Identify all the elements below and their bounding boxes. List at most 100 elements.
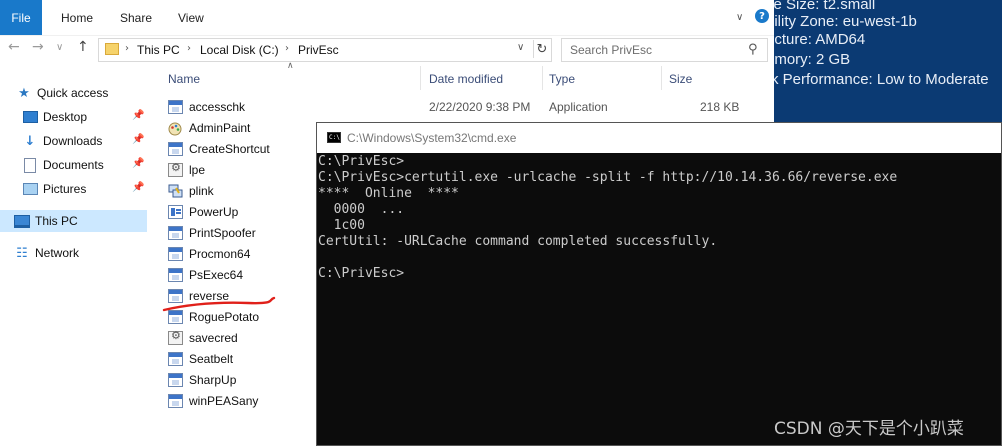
- paint-icon: [168, 121, 183, 136]
- sort-ascending-icon: ∧: [287, 61, 294, 71]
- pin-icon[interactable]: 📌: [132, 134, 144, 145]
- breadcrumb-chevron-icon[interactable]: ›: [125, 43, 129, 54]
- file-name: winPEASany: [189, 394, 259, 408]
- console-line: C:\PrivEsc>: [318, 154, 405, 169]
- folder-icon: [105, 43, 119, 55]
- nav-desktop[interactable]: Desktop 📌: [0, 106, 147, 128]
- desktop-folder-icon: [22, 109, 38, 125]
- file-date: 2/22/2020 9:38 PM: [429, 100, 531, 114]
- address-dropdown-icon[interactable]: ∨: [517, 42, 524, 53]
- console-output[interactable]: C:\PrivEsc> C:\PrivEsc>certutil.exe -urlc…: [318, 154, 1000, 444]
- bginfo-line: ce Size: t2.small: [774, 0, 876, 13]
- breadcrumb-privesc[interactable]: PrivEsc: [298, 43, 339, 57]
- pin-icon[interactable]: 📌: [132, 158, 144, 169]
- recent-locations-icon[interactable]: ∨: [56, 42, 63, 53]
- column-header-date[interactable]: Date modified: [429, 72, 503, 86]
- bginfo-line: ecture: AMD64: [774, 31, 866, 48]
- application-icon: [168, 142, 183, 156]
- search-icon[interactable]: ⚲: [748, 42, 758, 57]
- back-arrow-icon[interactable]: ←: [8, 39, 20, 55]
- file-type: Application: [549, 100, 608, 114]
- nav-downloads[interactable]: ↓ Downloads 📌: [0, 130, 147, 152]
- desktop-background: ce Size: t2.small bility Zone: eu-west-1b…: [774, 0, 1002, 125]
- cmd-title: C:\Windows\System32\cmd.exe: [347, 131, 517, 145]
- column-divider[interactable]: [542, 66, 543, 90]
- pin-icon[interactable]: 📌: [132, 110, 144, 121]
- breadcrumb-chevron-icon[interactable]: ›: [187, 43, 191, 54]
- application-icon: [168, 373, 183, 387]
- settings-file-icon: [168, 161, 183, 177]
- putty-icon: [168, 184, 183, 198]
- navigation-bar: ← → ∨ ↑ › This PC › Local Disk (C:) › Pr…: [0, 35, 774, 62]
- column-divider[interactable]: [420, 66, 421, 90]
- cmd-titlebar[interactable]: C:\ C:\Windows\System32\cmd.exe: [317, 123, 1001, 153]
- application-icon: [168, 268, 183, 282]
- nav-this-pc[interactable]: This PC: [0, 210, 147, 232]
- console-line: CertUtil: -URLCache command completed su…: [318, 234, 718, 249]
- application-icon: [168, 352, 183, 366]
- cmd-icon: C:\: [327, 132, 341, 143]
- file-name: Procmon64: [189, 247, 251, 261]
- file-name: PowerUp: [189, 205, 239, 219]
- file-name: savecred: [189, 331, 238, 345]
- column-header-name[interactable]: Name: [168, 72, 200, 86]
- downloads-icon: ↓: [24, 133, 36, 149]
- file-name: CreateShortcut: [189, 142, 270, 156]
- documents-icon: [22, 157, 38, 173]
- console-line: **** Online ****: [318, 186, 459, 201]
- breadcrumb-this-pc[interactable]: This PC: [137, 43, 180, 57]
- bginfo-line: bility Zone: eu-west-1b: [774, 13, 917, 30]
- help-icon[interactable]: ?: [755, 9, 769, 23]
- red-underline-annotation: [162, 296, 276, 312]
- navigation-pane: ★ Quick access Desktop 📌 ↓ Downloads 📌 D…: [0, 61, 150, 446]
- file-name: Seatbelt: [189, 352, 234, 366]
- breadcrumb-chevron-icon[interactable]: ›: [285, 43, 289, 54]
- nav-network[interactable]: ☷ Network: [0, 242, 147, 264]
- settings-file-icon: [168, 329, 183, 345]
- console-line: 1c00: [318, 218, 365, 233]
- file-size: 218 KB: [700, 100, 740, 114]
- up-arrow-icon[interactable]: ↑: [77, 39, 89, 55]
- tab-home[interactable]: Home: [61, 11, 93, 25]
- computer-icon: [14, 213, 30, 229]
- pictures-icon: [22, 181, 38, 197]
- column-header-type[interactable]: Type: [549, 72, 575, 86]
- nav-pictures[interactable]: Pictures 📌: [0, 178, 147, 200]
- file-row-accesschk[interactable]: accesschk 2/22/2020 9:38 PM Application 218…: [163, 97, 763, 117]
- ribbon: File Home Share View ∨ ?: [0, 0, 774, 36]
- console-line: C:\PrivEsc>certutil.exe -urlcache -split…: [318, 170, 898, 185]
- file-name: plink: [189, 184, 214, 198]
- breadcrumb-local-disk[interactable]: Local Disk (C:): [200, 43, 279, 57]
- application-icon: [168, 394, 183, 408]
- search-box[interactable]: Search PrivEsc ⚲: [561, 38, 768, 62]
- tab-share[interactable]: Share: [120, 11, 152, 25]
- watermark: CSDN @天下是个小趴菜: [774, 419, 964, 439]
- tab-view[interactable]: View: [178, 11, 204, 25]
- application-icon: [168, 226, 183, 240]
- file-name: AdminPaint: [189, 121, 251, 135]
- script-icon: [168, 205, 183, 219]
- file-tab[interactable]: File: [0, 0, 42, 35]
- network-icon: ☷: [16, 245, 28, 261]
- address-bar[interactable]: › This PC › Local Disk (C:) › PrivEsc ∨ …: [98, 38, 552, 62]
- refresh-icon[interactable]: ↻: [533, 40, 550, 58]
- console-line: C:\PrivEsc>: [318, 266, 405, 281]
- search-input[interactable]: Search PrivEsc: [570, 43, 652, 57]
- ribbon-expand-icon[interactable]: ∨: [736, 12, 743, 23]
- console-line: 0000 ...: [318, 202, 405, 217]
- column-header-size[interactable]: Size: [669, 72, 692, 86]
- nav-documents[interactable]: Documents 📌: [0, 154, 147, 176]
- pin-icon[interactable]: 📌: [132, 182, 144, 193]
- bginfo-line: emory: 2 GB: [774, 51, 851, 68]
- nav-quick-access[interactable]: ★ Quick access: [0, 82, 147, 104]
- column-divider[interactable]: [661, 66, 662, 90]
- application-icon: [168, 247, 183, 261]
- file-name: PsExec64: [189, 268, 244, 282]
- forward-arrow-icon[interactable]: →: [32, 39, 44, 55]
- file-name: accesschk: [189, 100, 246, 114]
- star-icon: ★: [18, 85, 30, 101]
- bginfo-line: rk Performance: Low to Moderate: [774, 71, 989, 88]
- file-name: lpe: [189, 163, 206, 177]
- cmd-window: C:\ C:\Windows\System32\cmd.exe C:\PrivE…: [316, 122, 1002, 446]
